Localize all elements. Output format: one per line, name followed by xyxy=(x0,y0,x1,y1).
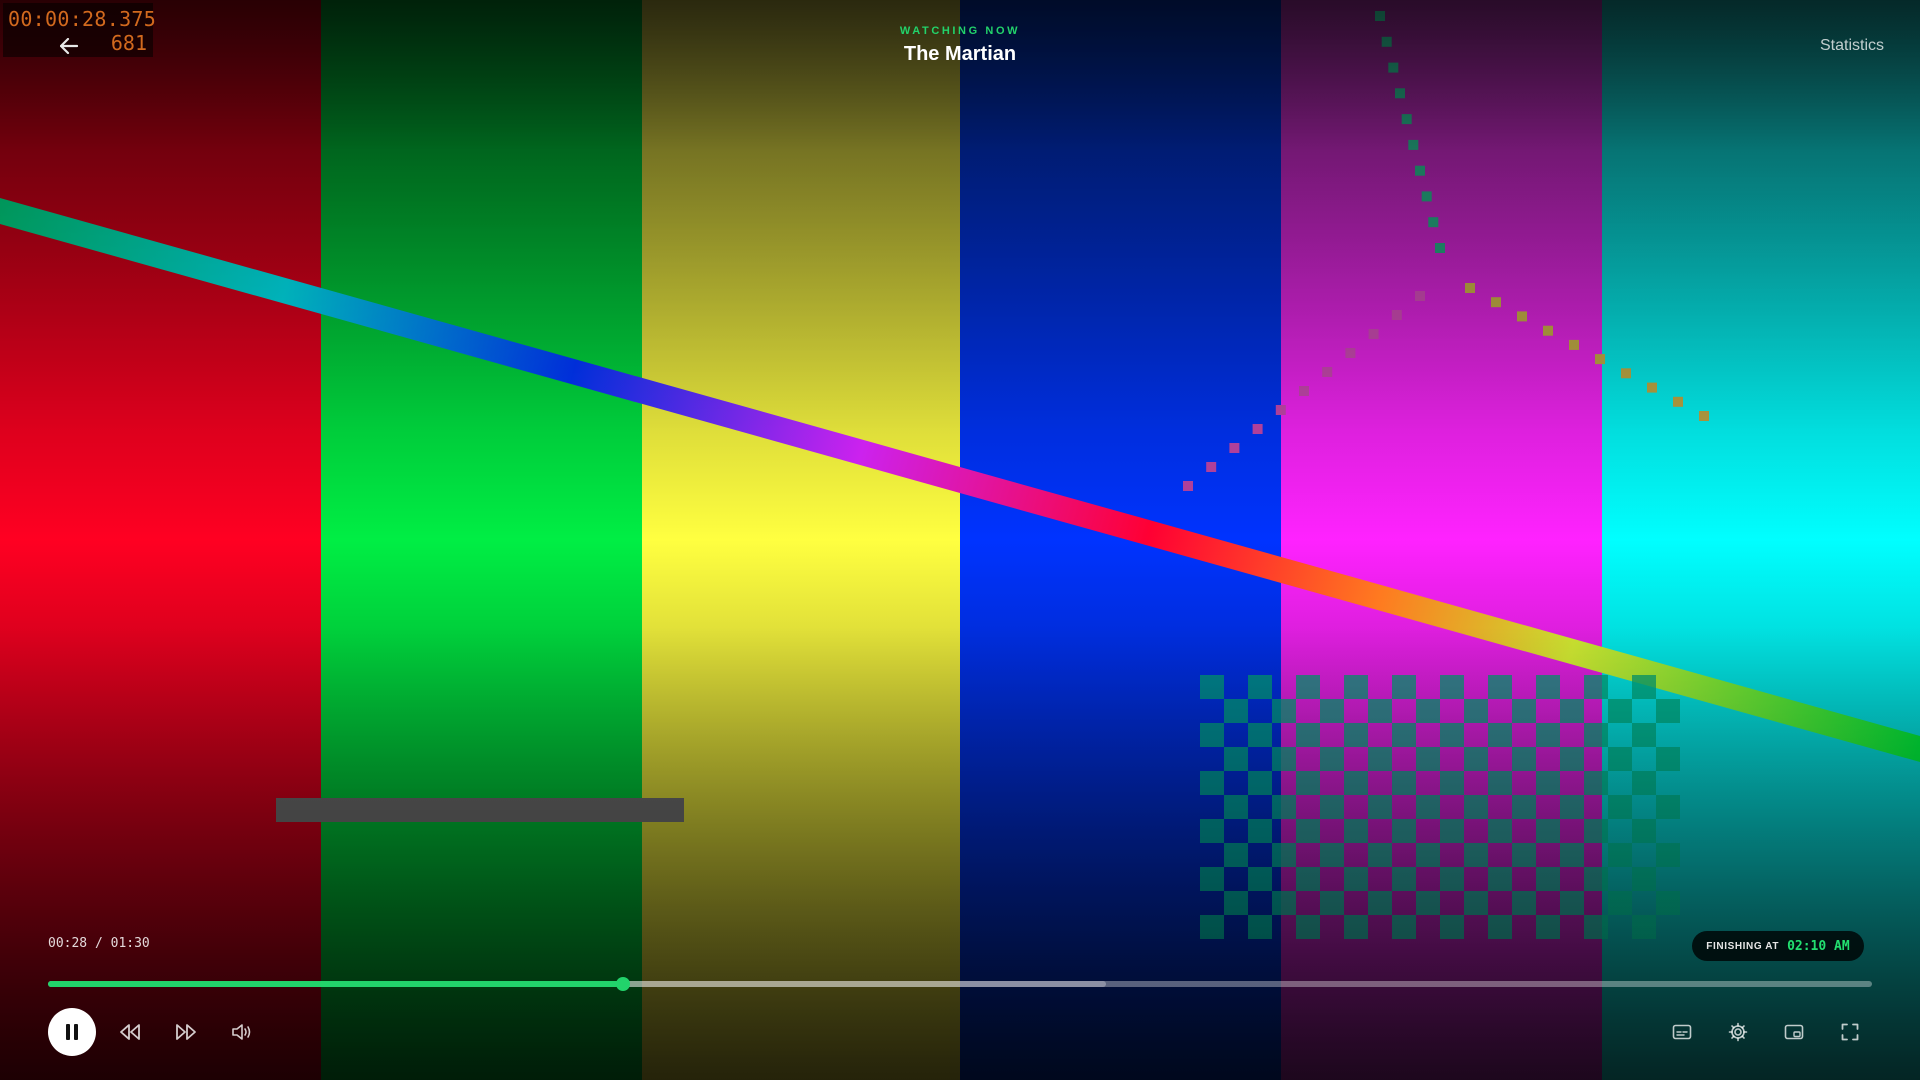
dot-pink xyxy=(1252,424,1263,434)
fullscreen-button[interactable] xyxy=(1836,1018,1864,1046)
fast-forward-icon xyxy=(176,1024,196,1040)
gray-bar-overlay xyxy=(276,798,684,822)
dot-tan xyxy=(1673,396,1683,407)
picture-in-picture-icon xyxy=(1784,1024,1804,1040)
dot-green xyxy=(1421,191,1432,202)
color-bar-green xyxy=(321,0,643,1080)
dot-pink xyxy=(1183,481,1193,491)
time-display: 00:28 / 01:30 xyxy=(48,936,150,951)
dot-pink xyxy=(1368,329,1379,339)
dot-tan xyxy=(1595,354,1605,365)
picture-in-picture-button[interactable] xyxy=(1780,1018,1808,1046)
statistics-button[interactable]: Statistics xyxy=(1820,37,1884,55)
subtitles-button[interactable] xyxy=(1668,1018,1696,1046)
dot-tan xyxy=(1699,411,1709,421)
finishing-at-badge: FINISHING AT 02:10 AM xyxy=(1692,931,1864,961)
dot-pink xyxy=(1229,443,1240,453)
fullscreen-icon xyxy=(1841,1023,1859,1041)
fast-forward-button[interactable] xyxy=(172,1018,200,1046)
dot-green xyxy=(1428,217,1439,228)
rewind-icon xyxy=(120,1024,140,1040)
dot-pink xyxy=(1415,291,1425,301)
dot-pink xyxy=(1275,405,1286,415)
dot-tan xyxy=(1517,311,1527,322)
dot-tan xyxy=(1491,297,1501,308)
dot-green xyxy=(1375,11,1385,21)
play-pause-button[interactable] xyxy=(48,1008,96,1056)
dot-green xyxy=(1415,165,1425,176)
dot-tan xyxy=(1543,325,1553,336)
progress-scrubber-handle[interactable] xyxy=(615,977,630,991)
video-frame[interactable] xyxy=(0,0,1920,1080)
dot-green xyxy=(1381,36,1392,47)
progress-played xyxy=(48,981,623,987)
finishing-at-label: FINISHING AT xyxy=(1706,940,1780,952)
dot-green xyxy=(1435,243,1445,253)
dot-tan xyxy=(1465,283,1475,293)
dot-green xyxy=(1401,114,1412,125)
dot-pink xyxy=(1322,367,1333,377)
dot-pink xyxy=(1345,348,1356,358)
finishing-at-time: 02:10 AM xyxy=(1787,938,1850,954)
watching-now-label: WATCHING NOW xyxy=(899,25,1021,37)
rewind-button[interactable] xyxy=(116,1018,144,1046)
subtitles-icon xyxy=(1672,1024,1692,1040)
dot-tan xyxy=(1621,368,1631,379)
dot-pink xyxy=(1299,386,1309,396)
now-playing-header: WATCHING NOW The Martian xyxy=(760,24,1160,66)
settings-button[interactable] xyxy=(1724,1018,1752,1046)
volume-icon xyxy=(232,1024,251,1040)
movie-title: The Martian xyxy=(903,43,1017,65)
dot-green xyxy=(1395,88,1405,99)
dot-green xyxy=(1408,139,1419,150)
dot-pink xyxy=(1206,462,1217,472)
gear-icon xyxy=(1728,1022,1748,1042)
dot-pink xyxy=(1391,310,1402,320)
dot-green xyxy=(1388,62,1399,73)
volume-button[interactable] xyxy=(228,1018,256,1046)
pause-icon xyxy=(66,1024,78,1040)
color-bar-yellow xyxy=(642,0,961,1080)
test-pattern-video xyxy=(0,0,1920,1080)
dot-tan xyxy=(1569,339,1579,350)
debug-frame-counter: 681 xyxy=(110,31,147,55)
arrow-left-icon xyxy=(60,38,78,54)
debug-timecode: 00:00:28.375 xyxy=(8,7,157,31)
progress-bar[interactable] xyxy=(48,977,1872,991)
color-bar-red xyxy=(0,0,322,1080)
checker-pattern xyxy=(1200,675,1680,939)
dot-tan xyxy=(1647,382,1657,393)
back-button[interactable] xyxy=(56,33,82,59)
